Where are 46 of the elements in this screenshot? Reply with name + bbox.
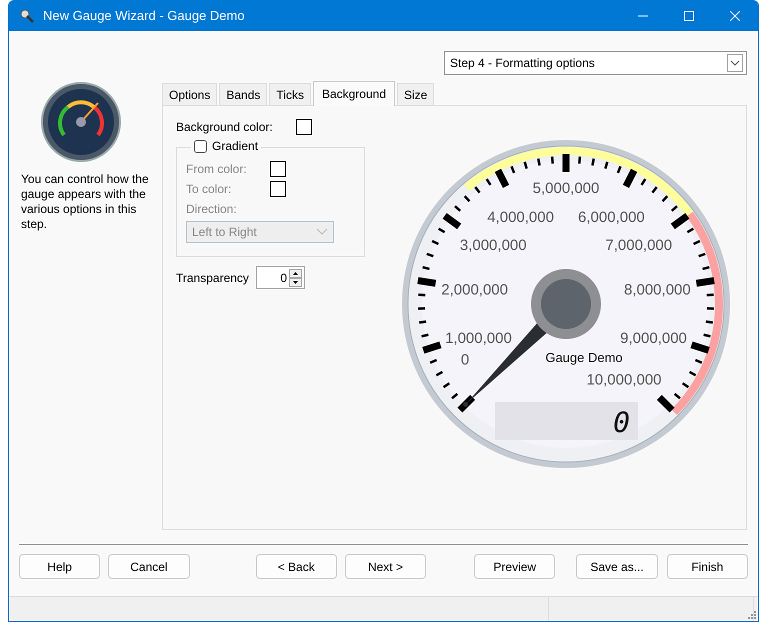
window-title: New Gauge Wizard - Gauge Demo bbox=[43, 8, 245, 23]
dialog-button[interactable]: Finish bbox=[666, 554, 748, 579]
chevron-down-icon bbox=[727, 54, 743, 72]
color-swatch[interactable] bbox=[296, 119, 312, 135]
resize-grip-icon[interactable] bbox=[747, 610, 757, 620]
dialog-button[interactable]: Help bbox=[19, 554, 100, 579]
close-icon[interactable] bbox=[730, 10, 740, 20]
dialog-button[interactable]: Next > bbox=[344, 554, 426, 579]
field-label: To color: bbox=[186, 182, 232, 196]
gauge-icon bbox=[40, 81, 122, 163]
scale-label: 3,000,000 bbox=[460, 236, 527, 254]
dialog-button[interactable]: < Back bbox=[256, 554, 337, 579]
chevron-down-icon bbox=[316, 228, 328, 236]
tab[interactable]: Options bbox=[162, 83, 218, 105]
color-swatch[interactable] bbox=[270, 181, 286, 197]
scale-label: 6,000,000 bbox=[578, 208, 645, 226]
tab[interactable]: Bands bbox=[219, 83, 268, 105]
scale-label: 10,000,000 bbox=[586, 372, 662, 389]
scale-label: 5,000,000 bbox=[532, 180, 600, 197]
field-label: From color: bbox=[186, 162, 248, 176]
scale-label: 4,000,000 bbox=[487, 208, 554, 226]
tab[interactable]: Size bbox=[397, 83, 434, 105]
scale-label: 8,000,000 bbox=[624, 282, 691, 299]
scale-label: 9,000,000 bbox=[620, 330, 687, 348]
field-label: Background color: bbox=[176, 120, 274, 134]
field-label: Transparency bbox=[176, 270, 250, 284]
gauge-caption: Gauge Demo bbox=[545, 350, 623, 365]
dialog-button[interactable]: Preview bbox=[474, 554, 556, 579]
color-swatch[interactable] bbox=[270, 161, 286, 177]
dialog-button[interactable]: Cancel bbox=[108, 554, 190, 579]
checkbox[interactable] bbox=[194, 140, 207, 152]
description-text: You can control how the gauge appears with the various options in this step. bbox=[21, 172, 149, 232]
spin-field[interactable]: 0 bbox=[256, 266, 305, 289]
field-label: Direction: bbox=[186, 202, 238, 216]
maximize-icon[interactable] bbox=[684, 10, 694, 20]
dialog-button[interactable]: Save as... bbox=[576, 554, 658, 579]
gauge-hub bbox=[531, 269, 601, 339]
step-dropdown[interactable]: Step 4 - Formatting options bbox=[444, 51, 747, 75]
tab[interactable]: Background bbox=[312, 81, 395, 106]
tab[interactable]: Ticks bbox=[269, 83, 311, 105]
scale-label: 2,000,000 bbox=[441, 282, 508, 299]
scale-label: 1,000,000 bbox=[445, 330, 512, 348]
scale-label: 0 bbox=[460, 352, 470, 369]
readout-display: 0 bbox=[495, 402, 638, 440]
checkbox-label: Gradient bbox=[212, 139, 258, 153]
scale-label: 7,000,000 bbox=[605, 236, 672, 254]
